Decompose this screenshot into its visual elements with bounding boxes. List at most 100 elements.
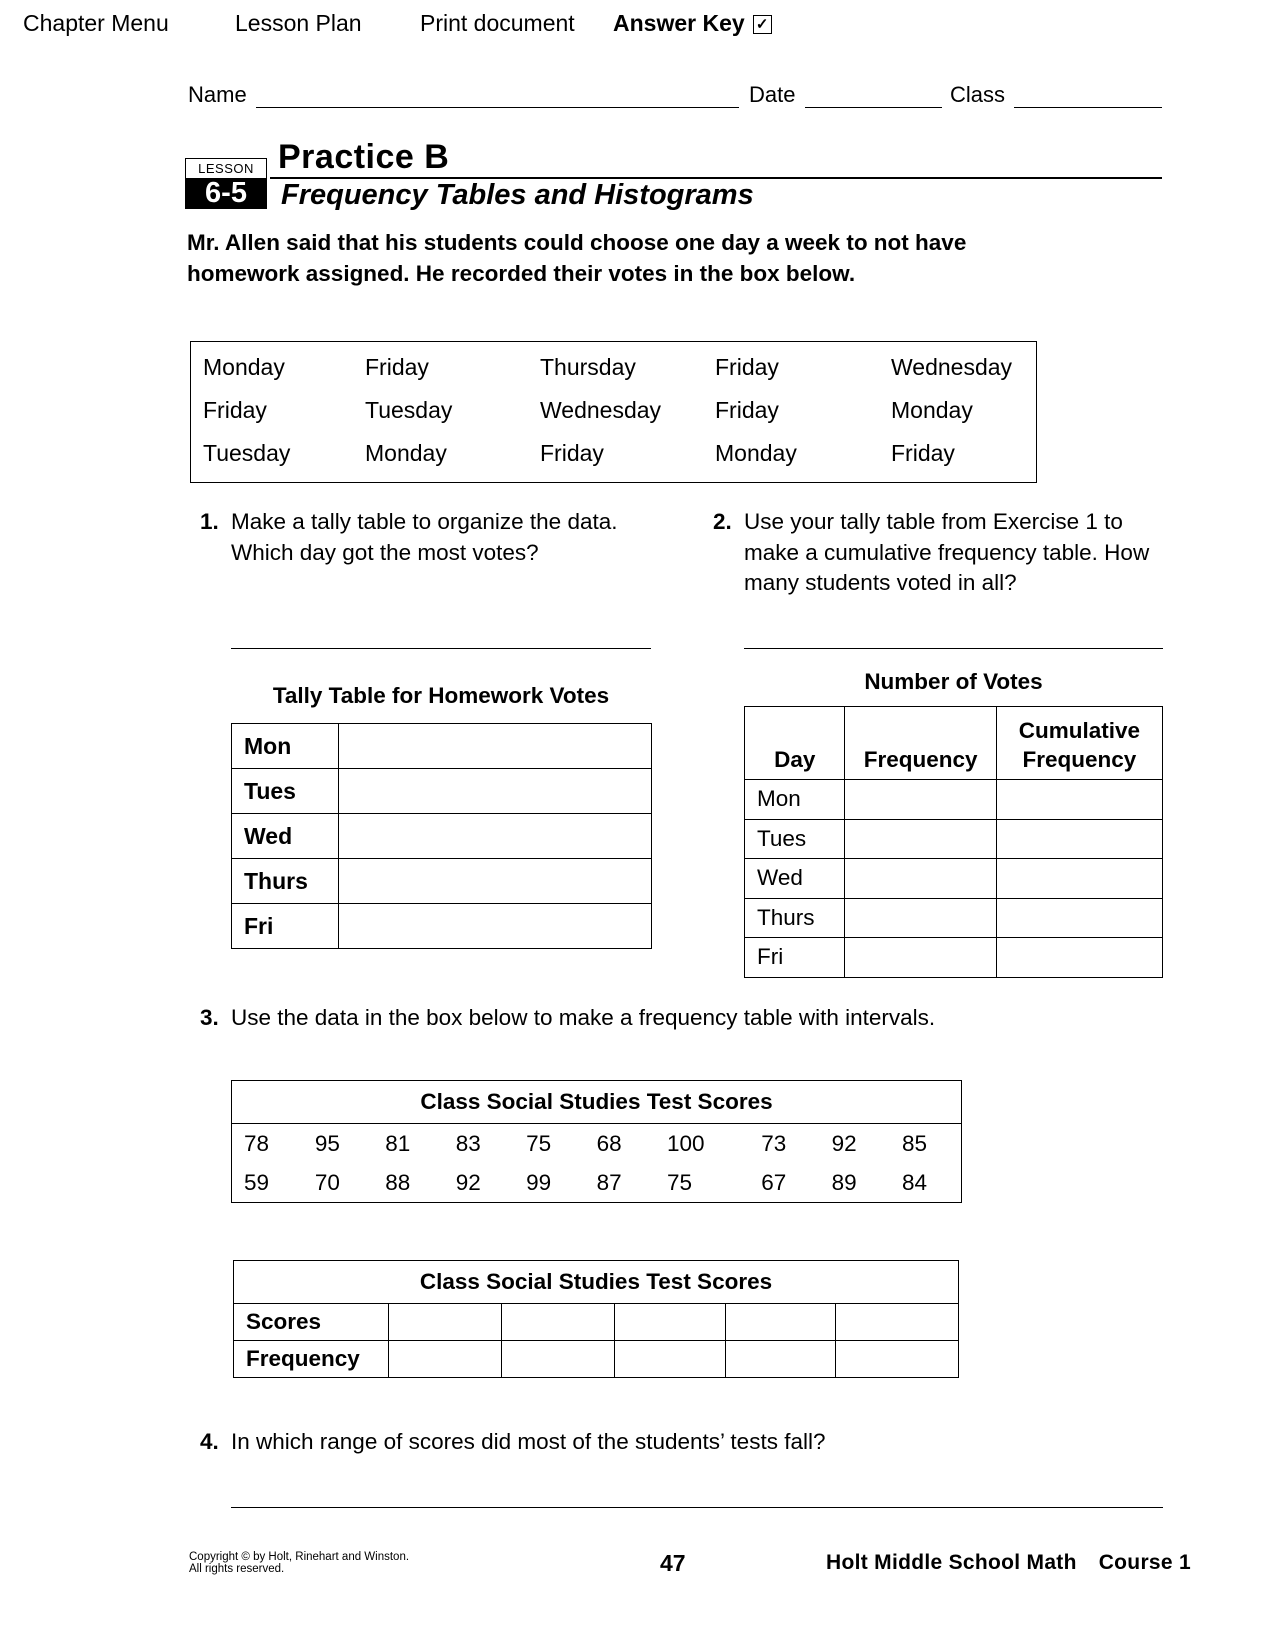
day-label: Thurs bbox=[743, 897, 846, 938]
score-interval-cell[interactable] bbox=[500, 1303, 615, 1341]
row-label: Scores bbox=[233, 1303, 389, 1341]
question-text: Make a tally table to organize the data.… bbox=[231, 509, 618, 565]
class-field[interactable] bbox=[1014, 107, 1162, 108]
cumulative-frequency-table: Day Frequency Cumulative Frequency Mon Tu… bbox=[743, 706, 1164, 978]
book-name: Holt Middle School Math bbox=[826, 1551, 1077, 1574]
score-value: 95 bbox=[302, 1123, 374, 1163]
score-value: 78 bbox=[230, 1123, 303, 1163]
cumulative-frequency-cell[interactable] bbox=[995, 818, 1164, 859]
score-value: 70 bbox=[302, 1163, 374, 1203]
question-number: 4. bbox=[200, 1429, 219, 1454]
frequency-cell[interactable] bbox=[844, 897, 997, 938]
print-document-link[interactable]: Print document bbox=[420, 10, 575, 37]
course-name: Course 1 bbox=[1098, 1551, 1191, 1574]
question-1: 1. Make a tally table to organize the da… bbox=[200, 507, 651, 568]
scores-data-table: Class Social Studies Test Scores 78 95 81 8… bbox=[230, 1080, 963, 1203]
date-field[interactable] bbox=[805, 107, 942, 108]
page-subtitle: Frequency Tables and Histograms bbox=[281, 179, 754, 211]
day-label: Fri bbox=[743, 937, 846, 978]
vote-entry: Friday bbox=[891, 440, 955, 466]
vote-entry: Friday bbox=[365, 354, 429, 380]
interval-frequency-cell[interactable] bbox=[835, 1340, 959, 1378]
checkbox-check-icon: ✓ bbox=[752, 15, 772, 34]
day-label: Fri bbox=[231, 903, 339, 949]
name-field[interactable] bbox=[256, 107, 739, 108]
score-interval-cell[interactable] bbox=[835, 1303, 959, 1341]
col-header-day: Day bbox=[743, 706, 846, 780]
book-title: Holt Middle School Math Course 1 bbox=[826, 1551, 1191, 1575]
page-number: 47 bbox=[660, 1550, 686, 1576]
vote-entry: Friday bbox=[715, 354, 779, 380]
question-text: Use your tally table from Exercise 1 to … bbox=[744, 509, 1150, 595]
answer-key-link[interactable]: Answer Key ✓ bbox=[613, 10, 772, 37]
tally-cell[interactable] bbox=[338, 813, 652, 859]
lesson-badge-label: LESSON bbox=[198, 161, 254, 176]
score-value: 85 bbox=[890, 1123, 963, 1163]
tally-table-caption: Tally Table for Homework Votes bbox=[272, 683, 610, 708]
score-value: 59 bbox=[230, 1163, 303, 1203]
score-value: 73 bbox=[749, 1123, 820, 1163]
tally-table: Mon Tues Wed Thurs Fri bbox=[231, 723, 652, 949]
answer-line-1[interactable] bbox=[231, 648, 651, 649]
frequency-cell[interactable] bbox=[844, 779, 997, 820]
interval-table-caption: Class Social Studies Test Scores bbox=[233, 1260, 959, 1304]
score-value: 92 bbox=[443, 1163, 515, 1203]
table-row: 59 70 88 92 99 87 75 67 89 84 bbox=[230, 1163, 963, 1203]
vote-entry: Friday bbox=[715, 397, 779, 423]
frequency-cell[interactable] bbox=[844, 937, 997, 978]
col-header-cumulative-frequency: Cumulative Frequency bbox=[995, 706, 1164, 780]
day-label: Tues bbox=[231, 768, 339, 814]
intro-text: Mr. Allen said that his students could c… bbox=[187, 230, 967, 286]
class-label: Class bbox=[950, 82, 1006, 107]
answer-line-2[interactable] bbox=[744, 648, 1163, 649]
chapter-menu-link[interactable]: Chapter Menu bbox=[23, 10, 169, 37]
table-row: 78 95 81 83 75 68 100 73 92 85 bbox=[230, 1123, 963, 1163]
score-interval-cell[interactable] bbox=[613, 1303, 727, 1341]
vote-entry: Wednesday bbox=[891, 354, 1013, 380]
question-number: 1. bbox=[200, 509, 219, 534]
table-row: Fri bbox=[231, 903, 652, 949]
col-header-frequency: Frequency bbox=[844, 706, 997, 780]
cumulative-frequency-cell[interactable] bbox=[995, 937, 1164, 978]
vote-entry: Monday bbox=[365, 440, 447, 466]
table-row: Thurs bbox=[743, 897, 1164, 938]
score-value: 75 bbox=[514, 1123, 585, 1163]
interval-frequency-cell[interactable] bbox=[387, 1340, 502, 1378]
frequency-cell[interactable] bbox=[844, 818, 997, 859]
question-number: 3. bbox=[200, 1005, 219, 1030]
score-value: 83 bbox=[443, 1123, 515, 1163]
question-text: In which range of scores did most of the… bbox=[231, 1429, 826, 1454]
question-3: 3. Use the data in the box below to make… bbox=[200, 1003, 951, 1034]
lesson-badge: LESSON 6-5 bbox=[185, 158, 267, 209]
copyright-line-1: Copyright © by Holt, Rinehart and Winsto… bbox=[189, 1551, 410, 1563]
score-interval-cell[interactable] bbox=[387, 1303, 502, 1341]
interval-frequency-cell[interactable] bbox=[725, 1340, 837, 1378]
question-number: 2. bbox=[713, 509, 732, 534]
day-label: Tues bbox=[743, 818, 846, 859]
interval-frequency-cell[interactable] bbox=[613, 1340, 727, 1378]
tally-cell[interactable] bbox=[338, 903, 652, 949]
interval-frequency-cell[interactable] bbox=[500, 1340, 615, 1378]
tally-cell[interactable] bbox=[338, 858, 652, 904]
votes-box: Monday Friday Thursday Friday Wednesday Frida… bbox=[190, 341, 1037, 483]
score-interval-cell[interactable] bbox=[725, 1303, 837, 1341]
table-row: Wed bbox=[231, 813, 652, 859]
vote-entry: Monday bbox=[891, 397, 973, 423]
cumulative-frequency-cell[interactable] bbox=[995, 858, 1164, 899]
score-value: 89 bbox=[819, 1163, 891, 1203]
name-label: Name bbox=[188, 82, 247, 107]
tally-cell[interactable] bbox=[338, 723, 652, 769]
date-label: Date bbox=[749, 82, 796, 107]
tally-cell[interactable] bbox=[338, 768, 652, 814]
vote-entry: Tuesday bbox=[203, 440, 291, 466]
day-label: Mon bbox=[231, 723, 339, 769]
cumulative-frequency-cell[interactable] bbox=[995, 779, 1164, 820]
vote-entry: Wednesday bbox=[540, 397, 662, 423]
cumulative-frequency-cell[interactable] bbox=[995, 897, 1164, 938]
table-row: Mon bbox=[231, 723, 652, 769]
answer-key-label: Answer Key bbox=[613, 10, 745, 36]
frequency-cell[interactable] bbox=[844, 858, 997, 899]
lesson-plan-link[interactable]: Lesson Plan bbox=[235, 10, 362, 37]
answer-line-4[interactable] bbox=[231, 1507, 1163, 1508]
day-label: Mon bbox=[743, 779, 846, 820]
